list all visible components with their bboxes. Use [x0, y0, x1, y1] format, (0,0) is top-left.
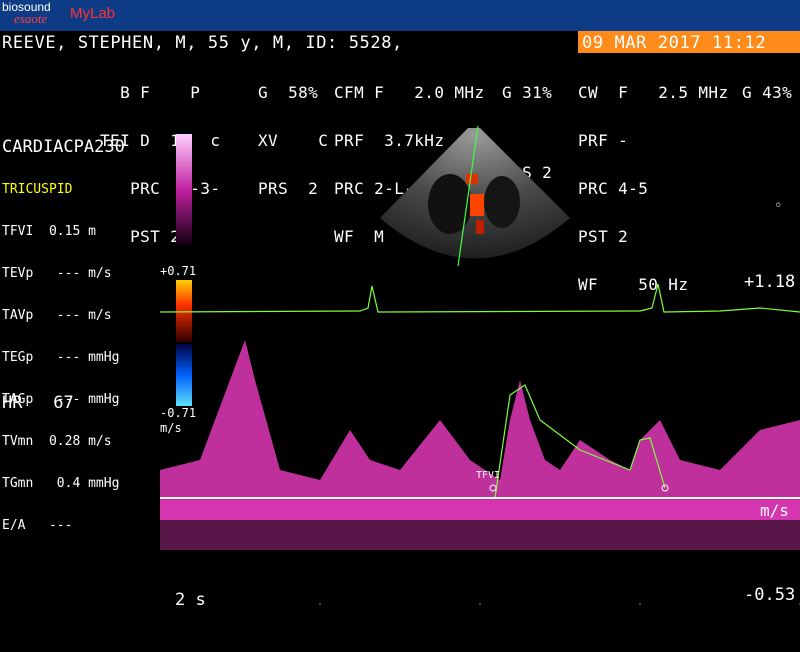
param-line: PRF -	[578, 131, 629, 150]
bmode-sector-image	[380, 125, 570, 267]
patient-info: REEVE, STEPHEN, M, 55 y, M, ID: 5528,	[2, 33, 403, 53]
measurement-title: TRICUSPID	[2, 182, 73, 197]
heart-chamber	[484, 176, 520, 228]
param-line: G 31%	[502, 83, 553, 102]
param-line: PRC 5-3-	[100, 179, 221, 198]
param-line: CFM F 2.0 MHz	[334, 83, 485, 102]
time-axis-ticks	[199, 603, 800, 605]
focus-marker-icon: ◦	[774, 198, 783, 214]
measurement-row: TGmn 0.4 mmHg	[2, 476, 120, 491]
heart-rate: HR 67	[2, 393, 74, 413]
measurement-row: E/A ---	[2, 518, 73, 533]
top-bar	[0, 0, 800, 31]
color-scale-max: +0.71	[160, 264, 197, 278]
gray-map-bar	[176, 134, 192, 246]
doppler-spectrum	[160, 340, 800, 605]
param-line: XV C	[258, 131, 329, 150]
color-flow-jet	[470, 194, 484, 216]
measurement-row: TEGp --- mmHg	[2, 350, 120, 365]
brand-esaote: esaote	[14, 11, 48, 26]
sweep-speed: 2 s	[175, 590, 206, 610]
exam-datetime: 09 MAR 2017 11:12	[582, 33, 767, 53]
color-flow-jet	[466, 174, 478, 184]
measurement-row: TAVp --- m/s	[2, 308, 112, 323]
brand-product: MyLab	[70, 5, 116, 22]
trace-label: TFVI	[476, 470, 501, 481]
spectral-noise	[160, 500, 800, 550]
param-line: B F P	[100, 83, 201, 102]
heart-chamber	[428, 174, 472, 234]
measurement-row: TEVp --- m/s	[2, 266, 112, 281]
params-col-gain: G 58% XV C PRS 2	[258, 53, 328, 213]
param-line: G 43%	[742, 83, 793, 102]
params-col-cw-gain: G 43%	[742, 53, 792, 117]
params-col-cw: CW F 2.5 MHz PRF - PRC 4-5 PST 2 WF 50 H…	[578, 53, 729, 309]
ecg-line	[160, 283, 800, 313]
measurement-row: TFVI 0.15 m	[2, 224, 96, 239]
ecg-trace	[160, 283, 800, 313]
measurement-table: TFVI 0.15 m TEVp --- m/s TAVp --- m/s TE…	[2, 197, 119, 547]
param-line: CW F 2.5 MHz	[578, 83, 729, 102]
preset-name: CARDIACPA230	[2, 137, 125, 157]
spectral-envelope	[160, 340, 800, 520]
color-flow-jet	[476, 220, 484, 234]
velocity-top-scale: +1.18	[744, 272, 796, 292]
param-line: PRC 4-5	[578, 179, 649, 198]
param-line: G 58%	[258, 83, 319, 102]
measurement-row: TVmn 0.28 m/s	[2, 434, 112, 449]
param-line: PST 2	[578, 227, 629, 246]
velocity-unit: m/s	[760, 501, 789, 520]
velocity-bottom-scale: -0.53	[744, 585, 796, 605]
param-line: PRS 2	[258, 179, 319, 198]
